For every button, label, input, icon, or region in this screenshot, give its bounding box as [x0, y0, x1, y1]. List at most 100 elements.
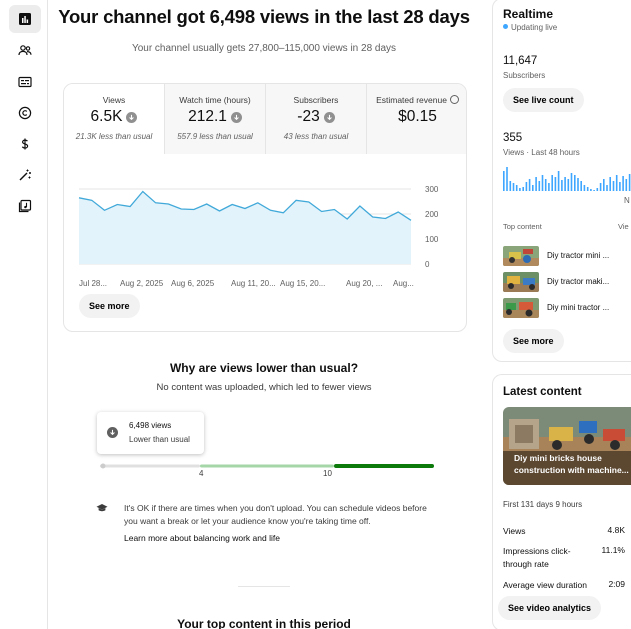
spark-bar: [544, 179, 547, 191]
top-content-title: Your top content in this period: [177, 617, 351, 629]
realtime-views-label: Views · Last 48 hours: [503, 148, 580, 157]
x-tick-label: Aug 15, 20...: [280, 279, 325, 288]
realtime-see-more-button[interactable]: See more: [503, 329, 564, 353]
metric-note: 43 less than usual: [283, 132, 349, 141]
overview-subline: Your channel usually gets 27,800–115,000…: [131, 43, 397, 54]
spark-bar: [622, 176, 624, 191]
metric-tab-revenue[interactable]: Estimated revenue $0.15: [367, 84, 466, 154]
tooltip-views: 6,498 views: [129, 421, 172, 430]
metric-tab-views[interactable]: Views 6.5K 21.3K less than usual: [64, 84, 165, 154]
tooltip-label: Lower than usual: [129, 435, 190, 444]
realtime-card: Realtime Updating live 11,647 Subscriber…: [492, 0, 631, 362]
x-tick-label: Aug 20, ...: [346, 279, 382, 288]
realtime-title: Realtime: [503, 7, 554, 21]
spark-bar: [583, 185, 586, 191]
nav-audience[interactable]: [9, 36, 41, 64]
range-segment-typical-low: [200, 464, 334, 468]
arrow-down-icon: [230, 111, 242, 123]
spark-bar: [554, 177, 557, 191]
overview-main: Your channel got 6,498 views in the last…: [48, 0, 480, 629]
spark-bar: [567, 179, 570, 191]
sparkline-label: N: [624, 196, 630, 205]
top-content-item[interactable]: Diy tractor maki...: [503, 272, 631, 292]
spark-bar: [519, 188, 521, 191]
stat-label: Views: [503, 526, 526, 536]
audience-icon: [18, 45, 32, 56]
spark-bar: [532, 185, 534, 191]
nav-audio-library[interactable]: [9, 192, 41, 220]
chart-see-more-button[interactable]: See more: [79, 294, 140, 318]
metric-value: 6.5K: [90, 108, 123, 125]
spark-bar: [628, 174, 631, 191]
nav-earn[interactable]: [9, 130, 41, 158]
metric-value: 212.1: [188, 108, 227, 125]
spark-bar: [561, 180, 563, 191]
realtime-views-sparkline: [503, 167, 631, 191]
spark-bar: [512, 183, 515, 191]
metric-note: 557.9 less than usual: [177, 132, 253, 141]
top-content-item[interactable]: Diy mini tractor ...: [503, 298, 631, 318]
y-tick-label: 100: [425, 235, 439, 244]
spark-bar: [548, 183, 550, 191]
spark-bar: [593, 190, 595, 191]
y-tick-label: 200: [425, 210, 439, 219]
typical-range-bar: [100, 463, 434, 469]
top-content-views-column: Vie: [618, 222, 629, 231]
spark-bar: [564, 177, 566, 191]
top-content-title-text: Diy tractor mini ...: [547, 251, 610, 260]
nav-subtitles[interactable]: [9, 68, 41, 96]
live-label: Updating live: [511, 23, 558, 32]
realtime-live-status: Updating live: [503, 23, 557, 32]
x-tick-label: Aug...: [393, 279, 414, 288]
copyright-icon: [18, 106, 32, 120]
spark-bar: [625, 179, 628, 191]
metric-label: Subscribers: [293, 95, 339, 105]
video-thumbnail: [503, 298, 539, 318]
x-tick-label: Jul 28...: [79, 279, 107, 288]
metric-label-text: Estimated revenue: [376, 95, 447, 105]
metric-label: Watch time (hours): [179, 95, 251, 105]
metric-value: -23: [297, 108, 320, 125]
nav-analytics[interactable]: [9, 5, 41, 33]
live-dot-icon: [503, 24, 508, 29]
customization-icon: [19, 169, 31, 181]
audio-library-icon: [18, 199, 32, 213]
spark-bar: [522, 187, 524, 191]
section-divider: [238, 586, 290, 587]
latest-content-card: Latest content Diy mini bricks house con…: [492, 374, 631, 629]
latest-video-age: First 131 days 9 hours: [503, 500, 583, 509]
range-segment-typical-high: [334, 464, 434, 468]
x-tick-label: Aug 6, 2025: [171, 279, 215, 288]
learn-more-link[interactable]: Learn more about balancing work and life: [124, 533, 280, 543]
range-tick-low: 4: [199, 469, 204, 478]
stat-value: 4.8K: [607, 525, 626, 535]
stat-value: 2:09: [608, 579, 625, 589]
views-chart: 300 200 100 0 Jul 28... Aug 2, 2025 Aug 6, 202…: [78, 185, 439, 288]
spark-bar: [609, 177, 611, 191]
top-content-title-text: Diy mini tractor ...: [547, 303, 610, 312]
spark-bar: [603, 179, 605, 191]
earn-icon: [21, 138, 29, 150]
spark-bar: [506, 167, 508, 191]
top-content-title-text: Diy tractor maki...: [547, 277, 610, 286]
realtime-subscribers: 11,647: [503, 55, 538, 67]
graduation-cap-icon: [96, 504, 108, 512]
arrow-down-icon: [126, 111, 138, 123]
spark-bar: [541, 175, 544, 191]
nav-customization[interactable]: [9, 161, 41, 189]
nav-copyright[interactable]: [9, 99, 41, 127]
video-thumbnail: [503, 272, 539, 292]
subtitles-icon: [18, 76, 32, 88]
see-live-count-button[interactable]: See live count: [503, 88, 584, 112]
spark-bar: [515, 185, 518, 191]
arrow-down-icon: [323, 111, 335, 123]
metric-tab-subscribers[interactable]: Subscribers -23 43 less than usual: [266, 84, 367, 154]
views-area: [79, 191, 411, 264]
see-video-analytics-button[interactable]: See video analytics: [498, 596, 602, 620]
metric-tab-watch-time[interactable]: Watch time (hours) 212.1 557.9 less than…: [165, 84, 266, 154]
info-icon[interactable]: [449, 95, 459, 104]
y-tick-label: 300: [425, 185, 439, 194]
top-content-item[interactable]: Diy tractor mini ...: [503, 246, 631, 266]
why-subtitle: No content was uploaded, which led to fe…: [156, 382, 372, 393]
why-title: Why are views lower than usual?: [169, 361, 359, 375]
